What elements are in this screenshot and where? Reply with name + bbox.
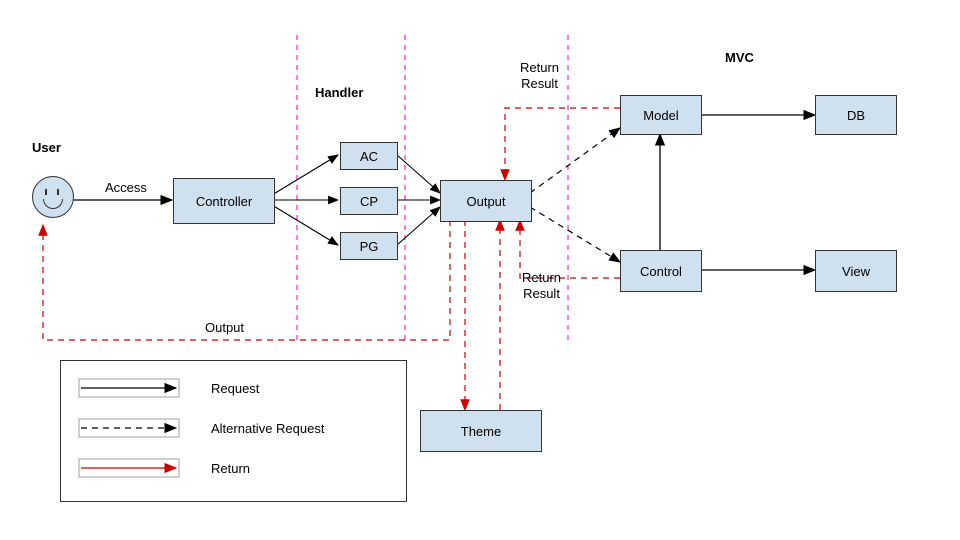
node-view: View [815, 250, 897, 292]
legend-alt: Alternative Request [211, 421, 324, 436]
handler-heading: Handler [315, 85, 363, 100]
node-theme: Theme [420, 410, 542, 452]
node-cp-label: CP [360, 194, 378, 209]
legend-return: Return [211, 461, 250, 476]
edge-out-model [530, 128, 620, 193]
node-pg-label: PG [360, 239, 379, 254]
node-control-label: Control [640, 264, 682, 279]
node-db-label: DB [847, 108, 865, 123]
legend-request: Request [211, 381, 259, 396]
edge-ctrl-ac [272, 155, 338, 195]
mvc-heading: MVC [725, 50, 754, 65]
user-icon [32, 176, 74, 218]
edge-ctrl-pg [272, 205, 338, 245]
edge-return-model [505, 108, 620, 180]
label-output: Output [205, 320, 244, 335]
node-cp: CP [340, 187, 398, 215]
label-access: Access [105, 180, 147, 195]
node-control: Control [620, 250, 702, 292]
node-pg: PG [340, 232, 398, 260]
label-return-bottom: Return Result [522, 270, 561, 301]
edge-ac-out [397, 155, 440, 193]
node-model-label: Model [643, 108, 678, 123]
legend-box: Request Alternative Request Return [60, 360, 407, 502]
node-output: Output [440, 180, 532, 222]
label-return-top: Return Result [520, 60, 559, 91]
edge-out-control [530, 207, 620, 262]
user-heading: User [32, 140, 61, 155]
node-view-label: View [842, 264, 870, 279]
diagram-canvas: User Access Handler MVC Controller AC CP… [0, 0, 960, 540]
node-model: Model [620, 95, 702, 135]
node-db: DB [815, 95, 897, 135]
node-ac: AC [340, 142, 398, 170]
node-controller-label: Controller [196, 194, 252, 209]
node-controller: Controller [173, 178, 275, 224]
node-ac-label: AC [360, 149, 378, 164]
node-output-label: Output [466, 194, 505, 209]
edge-pg-out [397, 207, 440, 245]
node-theme-label: Theme [461, 424, 501, 439]
